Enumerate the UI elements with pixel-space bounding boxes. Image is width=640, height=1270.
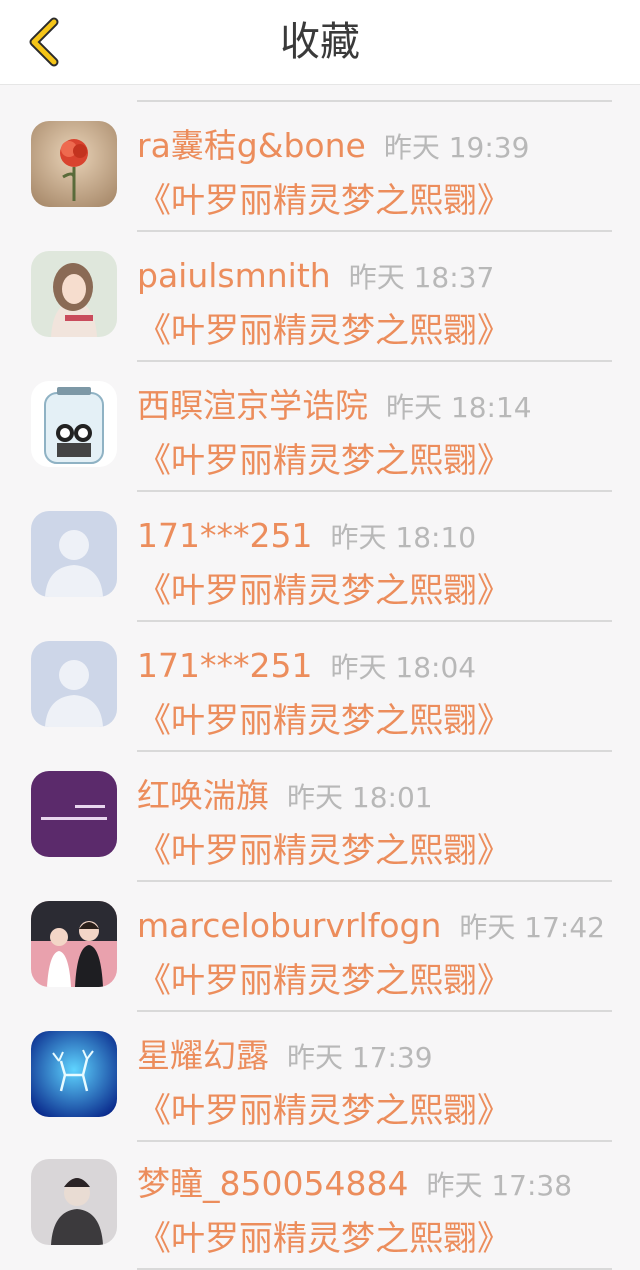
username: 梦瞳_850054884 bbox=[137, 1164, 409, 1203]
rose-avatar-image[interactable] bbox=[31, 121, 117, 207]
timestamp: 昨天 17:39 bbox=[287, 1041, 433, 1074]
timestamp: 昨天 18:01 bbox=[287, 781, 433, 814]
timestamp: 昨天 19:39 bbox=[383, 131, 530, 164]
list-item[interactable]: marceloburvrlfogn 昨天 17:42 《叶罗丽精灵梦之熙翾》 bbox=[0, 882, 640, 1012]
list-item[interactable]: 171***251 昨天 18:10 《叶罗丽精灵梦之熙翾》 bbox=[0, 492, 640, 622]
username: 西瞑渲京学诰院 bbox=[137, 386, 368, 425]
photo-avatar-image[interactable] bbox=[31, 1159, 117, 1245]
username: 171***251 bbox=[137, 646, 313, 685]
username: paiulsmnith bbox=[137, 256, 331, 295]
blue-deer-avatar[interactable] bbox=[31, 1031, 117, 1117]
jar-avatar-image[interactable] bbox=[31, 381, 117, 467]
list-item[interactable]: 星耀幻露 昨天 17:39 《叶罗丽精灵梦之熙翾》 bbox=[0, 1012, 640, 1142]
book-title-link[interactable]: 《叶罗丽精灵梦之熙翾》 bbox=[137, 1087, 511, 1135]
timestamp: 昨天 18:10 bbox=[330, 521, 477, 554]
timestamp: 昨天 17:38 bbox=[426, 1169, 573, 1202]
book-title-link[interactable]: 《叶罗丽精灵梦之熙翾》 bbox=[137, 177, 511, 225]
top-bar: 收藏 bbox=[0, 0, 640, 85]
book-title-link[interactable]: 《叶罗丽精灵梦之熙翾》 bbox=[137, 697, 511, 745]
couple-avatar-image[interactable] bbox=[31, 901, 117, 987]
page-title: 收藏 bbox=[280, 19, 360, 65]
book-title-link[interactable]: 《叶罗丽精灵梦之熙翾》 bbox=[137, 307, 511, 355]
timestamp: 昨天 18:04 bbox=[330, 651, 477, 684]
timestamp: 昨天 18:14 bbox=[386, 391, 532, 424]
purple-text-avatar[interactable] bbox=[31, 771, 117, 857]
username: 红唤湍旗 bbox=[137, 776, 269, 815]
book-title-link[interactable]: 《叶罗丽精灵梦之熙翾》 bbox=[137, 827, 511, 875]
list-item[interactable]: paiulsmnith 昨天 18:37 《叶罗丽精灵梦之熙翾》 bbox=[0, 232, 640, 362]
list-item[interactable]: 梦瞳_850054884 昨天 17:38 《叶罗丽精灵梦之熙翾》 bbox=[0, 1140, 640, 1270]
timestamp: 昨天 17:42 bbox=[459, 911, 605, 944]
timestamp: 昨天 18:37 bbox=[348, 261, 495, 294]
book-title-link[interactable]: 《叶罗丽精灵梦之熙翾》 bbox=[137, 567, 511, 615]
book-title-link[interactable]: 《叶罗丽精灵梦之熙翾》 bbox=[137, 957, 511, 1005]
list-item[interactable]: ra囊秸g&bone 昨天 19:39 《叶罗丽精灵梦之熙翾》 bbox=[0, 102, 640, 232]
username: marceloburvrlfogn bbox=[137, 906, 442, 945]
username: ra囊秸g&bone bbox=[137, 126, 366, 165]
list-item[interactable]: 西瞑渲京学诰院 昨天 18:14 《叶罗丽精灵梦之熙翾》 bbox=[0, 362, 640, 492]
book-title-link[interactable]: 《叶罗丽精灵梦之熙翾》 bbox=[137, 437, 511, 485]
username: 171***251 bbox=[137, 516, 313, 555]
list-item[interactable]: 红唤湍旗 昨天 18:01 《叶罗丽精灵梦之熙翾》 bbox=[0, 752, 640, 882]
list-item[interactable]: 171***251 昨天 18:04 《叶罗丽精灵梦之熙翾》 bbox=[0, 622, 640, 752]
username: 星耀幻露 bbox=[137, 1036, 269, 1075]
book-title-link[interactable]: 《叶罗丽精灵梦之熙翾》 bbox=[137, 1215, 511, 1263]
girl-avatar-image[interactable] bbox=[31, 251, 117, 337]
default-user-avatar[interactable] bbox=[31, 641, 117, 727]
default-user-avatar[interactable] bbox=[31, 511, 117, 597]
